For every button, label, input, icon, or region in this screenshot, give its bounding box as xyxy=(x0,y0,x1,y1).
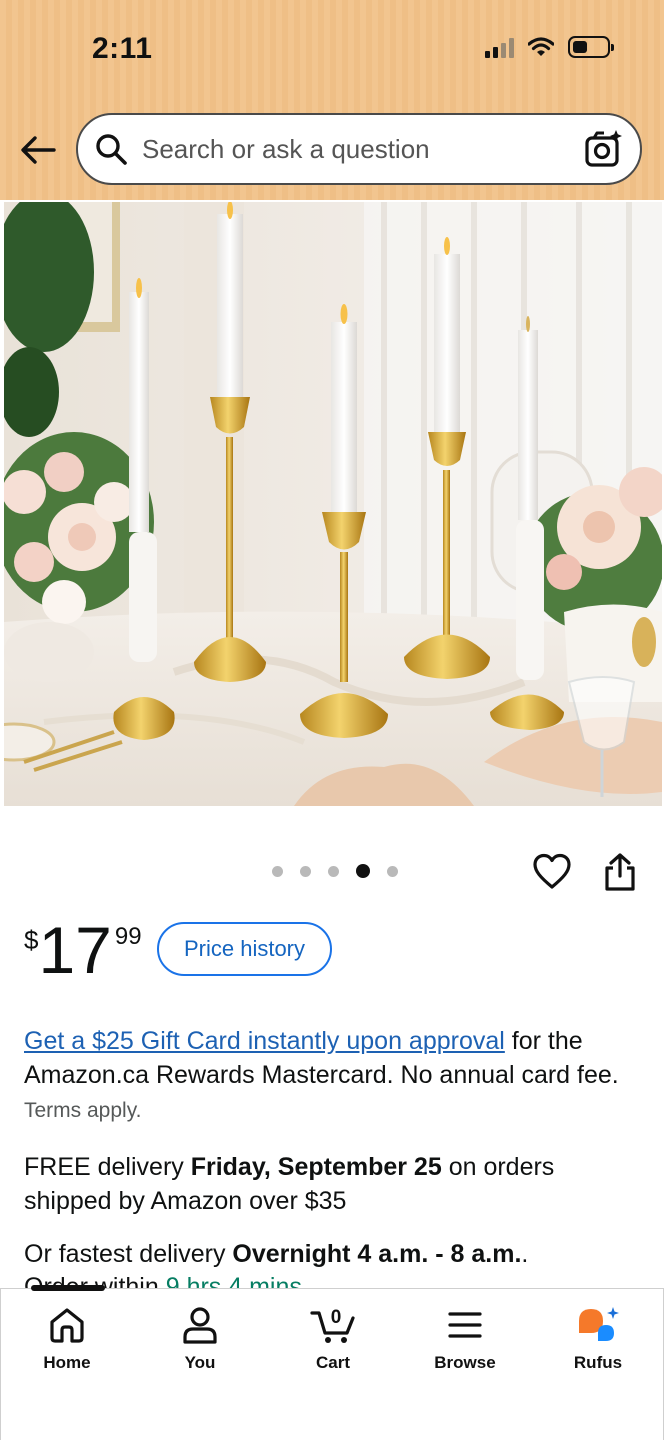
fastest-suffix: . xyxy=(521,1240,529,1268)
carousel-dot[interactable] xyxy=(272,865,283,877)
cart-count: 0 xyxy=(331,1307,342,1328)
carousel-dot[interactable] xyxy=(328,865,339,877)
carousel-dot[interactable] xyxy=(300,865,311,877)
search-icon xyxy=(96,134,127,165)
nav-cart[interactable]: 0 Cart xyxy=(283,1305,383,1373)
terms-apply: Terms apply. xyxy=(24,1099,142,1122)
search-input[interactable]: Search or ask a question xyxy=(76,113,642,185)
home-icon xyxy=(50,1308,84,1343)
wifi-icon xyxy=(528,37,554,56)
rufus-icon xyxy=(579,1307,619,1341)
nav-browse[interactable]: Browse xyxy=(415,1305,515,1373)
nav-home-label: Home xyxy=(43,1353,91,1372)
back-arrow-icon[interactable] xyxy=(18,130,58,170)
product-price: $ 17 99 xyxy=(24,915,142,985)
battery-icon xyxy=(568,36,614,58)
camera-search-icon[interactable] xyxy=(584,129,624,169)
person-icon xyxy=(183,1307,217,1344)
price-currency: $ xyxy=(24,925,39,955)
menu-icon xyxy=(448,1312,482,1338)
nav-rufus-label: Rufus xyxy=(573,1353,623,1372)
free-delivery-message: FREE delivery Friday, September 25 on or… xyxy=(24,1150,634,1218)
price-history-button[interactable]: Price history xyxy=(157,922,332,976)
nav-browse-label: Browse xyxy=(434,1353,496,1372)
carousel-dot[interactable] xyxy=(387,865,398,877)
product-image[interactable] xyxy=(4,202,662,806)
fastest-prefix: Or fastest delivery xyxy=(24,1240,233,1268)
nav-rufus[interactable]: Rufus xyxy=(548,1305,648,1373)
search-placeholder: Search or ask a question xyxy=(142,133,430,164)
cart-icon: 0 xyxy=(310,1307,355,1343)
active-tab-indicator xyxy=(31,1285,105,1291)
image-carousel-dots[interactable] xyxy=(272,864,398,878)
bottom-navigation: Home You 0 Cart Browse Rufus xyxy=(0,1285,664,1440)
status-icons xyxy=(485,36,614,58)
price-whole: 17 xyxy=(38,913,112,987)
credit-card-promo: Get a $25 Gift Card instantly upon appro… xyxy=(24,1024,634,1128)
share-icon[interactable] xyxy=(602,852,638,892)
header: 2:11 Search or ask a question xyxy=(0,0,664,200)
signal-icon xyxy=(485,36,514,58)
gift-card-offer-link[interactable]: Get a $25 Gift Card instantly upon appro… xyxy=(24,1027,505,1055)
fastest-window: Overnight 4 a.m. - 8 a.m. xyxy=(232,1240,522,1268)
nav-home[interactable]: Home xyxy=(17,1305,117,1373)
delivery-prefix: FREE delivery xyxy=(24,1153,191,1181)
candle-holders-illustration xyxy=(4,202,662,806)
heart-icon[interactable] xyxy=(532,852,572,892)
price-fraction: 99 xyxy=(114,923,142,950)
fastest-delivery-message: Or fastest delivery Overnight 4 a.m. - 8… xyxy=(24,1237,644,1271)
carousel-dot-active[interactable] xyxy=(356,864,370,878)
nav-cart-label: Cart xyxy=(315,1353,350,1372)
delivery-date: Friday, September 25 xyxy=(190,1153,442,1181)
nav-you[interactable]: You xyxy=(150,1305,250,1373)
nav-you-label: You xyxy=(184,1353,216,1372)
status-time: 2:11 xyxy=(92,32,153,65)
